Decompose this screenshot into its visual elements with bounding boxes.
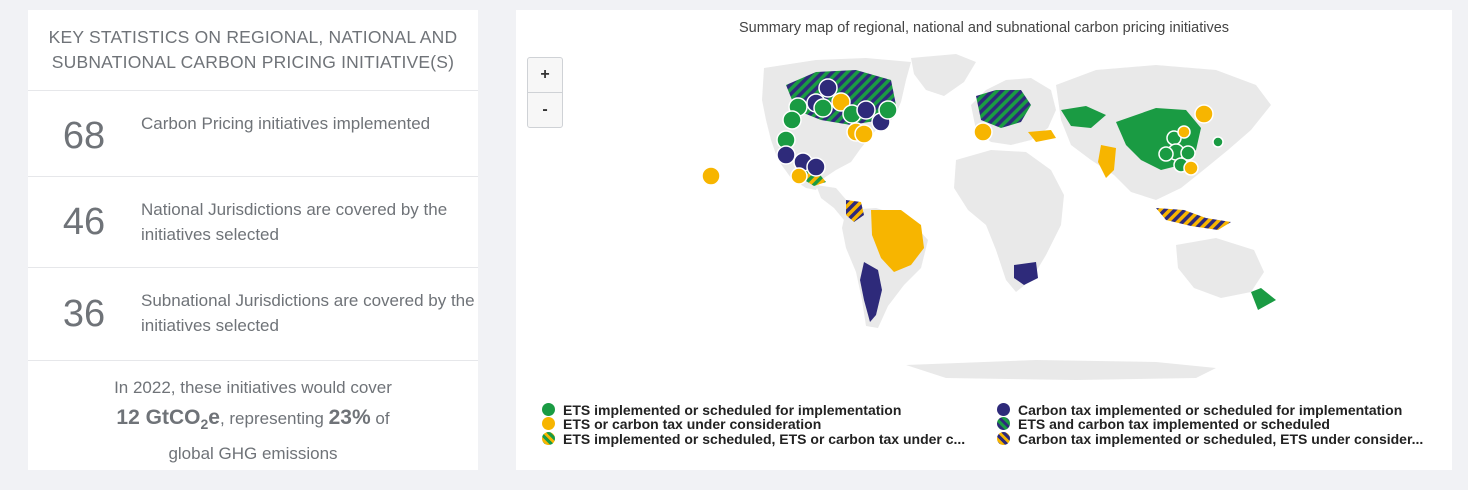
legend-label: Carbon tax implemented or scheduled, ETS… bbox=[1018, 430, 1424, 447]
greenland bbox=[911, 54, 976, 96]
marker-tax bbox=[776, 145, 796, 165]
stat-row-initiatives: 68 Carbon Pricing initiatives implemente… bbox=[28, 91, 478, 177]
summary-line-3: global GHG emissions bbox=[168, 444, 338, 464]
marker-ets bbox=[813, 98, 833, 118]
map-panel: Summary map of regional, national and su… bbox=[516, 10, 1452, 470]
oceania bbox=[1176, 238, 1264, 298]
key-statistics-panel: KEY STATISTICS ON REGIONAL, NATIONAL AND… bbox=[28, 10, 478, 470]
representing-text: , representing bbox=[219, 409, 329, 428]
legend-label: ETS implemented or scheduled, ETS or car… bbox=[563, 430, 966, 447]
legend-label: ETS or carbon tax under consideration bbox=[563, 415, 822, 432]
stat-row-subnational: 36 Subnational Jurisdictions are covered… bbox=[28, 268, 478, 361]
stats-header: KEY STATISTICS ON REGIONAL, NATIONAL AND… bbox=[28, 10, 478, 91]
region-new-zealand bbox=[1251, 288, 1276, 310]
emissions-value: 12 GtCO2e bbox=[116, 406, 220, 433]
summary-line-2: 12 GtCO2e, representing 23% of bbox=[28, 403, 478, 439]
stat-number: 36 bbox=[62, 293, 106, 335]
antarctica bbox=[906, 360, 1216, 380]
legend-item-ets-tax[interactable]: ETS and carbon tax implemented or schedu… bbox=[997, 415, 1437, 432]
striped-dot-icon bbox=[997, 417, 1010, 430]
marker-consideration bbox=[1194, 104, 1214, 124]
map-title: Summary map of regional, national and su… bbox=[738, 20, 1230, 36]
stat-text: National Jurisdictions are covered by th… bbox=[141, 200, 448, 244]
legend-item-consideration[interactable]: ETS or carbon tax under consideration bbox=[542, 415, 982, 432]
zoom-control: + - bbox=[527, 57, 563, 128]
stat-number: 46 bbox=[62, 201, 106, 243]
marker-tax bbox=[806, 157, 826, 177]
stat-row-national: 46 National Jurisdictions are covered by… bbox=[28, 177, 478, 268]
of-text: of bbox=[370, 409, 390, 428]
region-indonesia bbox=[1156, 208, 1231, 230]
stat-number: 68 bbox=[62, 115, 106, 157]
zoom-out-button[interactable]: - bbox=[528, 92, 562, 127]
legend-label: ETS and carbon tax implemented or schedu… bbox=[1018, 415, 1330, 432]
tax-dot-icon bbox=[997, 403, 1010, 416]
consideration-dot-icon bbox=[542, 417, 555, 430]
marker-ets bbox=[818, 78, 838, 98]
marker-ets bbox=[1158, 146, 1174, 162]
stat-text: Subnational Jurisdictions are covered by… bbox=[141, 291, 475, 335]
marker-consideration bbox=[854, 124, 874, 144]
marker-ets bbox=[1212, 136, 1224, 148]
marker-consideration bbox=[790, 167, 808, 185]
legend-item-tax-consideration[interactable]: Carbon tax implemented or scheduled, ETS… bbox=[997, 430, 1437, 447]
striped-dot-icon bbox=[542, 432, 555, 445]
emissions-summary: In 2022, these initiatives would cover 1… bbox=[28, 361, 478, 469]
marker-ets bbox=[878, 100, 898, 120]
summary-line-1: In 2022, these initiatives would cover bbox=[114, 378, 392, 397]
africa bbox=[954, 150, 1064, 292]
marker-consideration bbox=[701, 166, 721, 186]
marker-consideration bbox=[1183, 160, 1199, 176]
region-turkey bbox=[1028, 130, 1056, 142]
marker-ets bbox=[782, 110, 802, 130]
stat-text: Carbon Pricing initiatives implemented bbox=[141, 114, 431, 133]
percent-value: 23% bbox=[328, 406, 371, 429]
ets-dot-icon bbox=[542, 403, 555, 416]
zoom-in-button[interactable]: + bbox=[528, 58, 562, 92]
marker-consideration bbox=[1177, 125, 1191, 139]
striped-dot-icon bbox=[997, 432, 1010, 445]
legend-item-ets-consideration[interactable]: ETS implemented or scheduled, ETS or car… bbox=[542, 430, 982, 447]
marker-ets bbox=[856, 100, 876, 120]
marker-consideration bbox=[973, 122, 993, 142]
